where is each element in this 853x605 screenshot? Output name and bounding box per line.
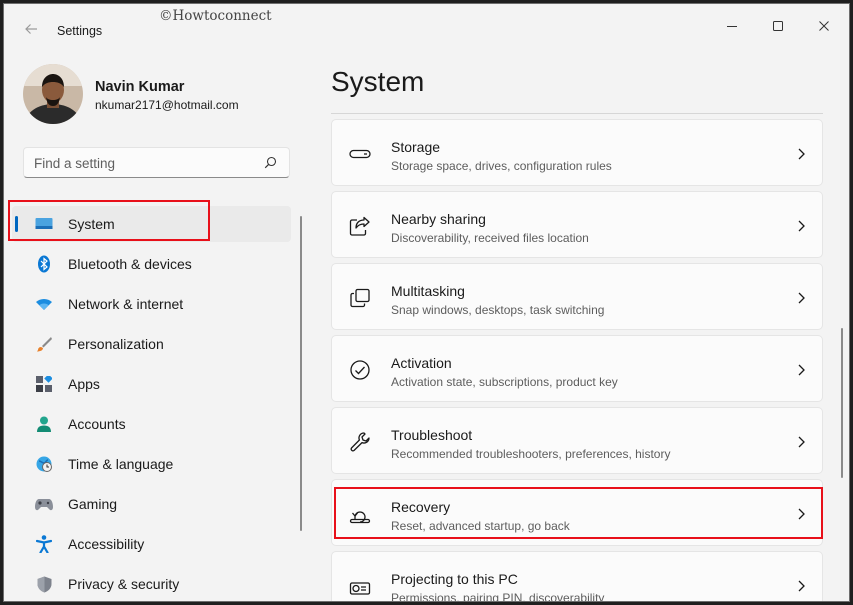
app-title: Settings	[57, 24, 103, 38]
sidebar-scrollbar[interactable]	[300, 216, 302, 531]
sidebar-item-label: Privacy & security	[68, 576, 180, 592]
user-photo-icon	[23, 64, 83, 124]
back-arrow-icon	[25, 24, 37, 34]
maximize-icon	[773, 21, 783, 31]
chevron-right-icon	[798, 148, 805, 160]
chevron-right-icon	[798, 436, 805, 448]
sidebar-item-label: Personalization	[68, 336, 164, 352]
highlight-box-recovery	[334, 487, 823, 539]
sidebar-item-gaming[interactable]: Gaming	[12, 486, 291, 522]
settings-card-troubleshoot[interactable]: Troubleshoot Recommended troubleshooters…	[331, 407, 823, 474]
shield-icon	[35, 575, 53, 593]
sidebar-item-label: Gaming	[68, 496, 118, 512]
maximize-button[interactable]	[755, 12, 801, 40]
chevron-right-icon	[798, 220, 805, 232]
sidebar-item-time-language[interactable]: Time & language	[12, 446, 291, 482]
search-input[interactable]	[34, 153, 254, 173]
page-title: System	[331, 66, 425, 97]
sidebar-item-privacy-security[interactable]: Privacy & security	[12, 566, 291, 601]
profile-name: Navin Kumar	[95, 79, 185, 95]
sidebar-item-label: Accounts	[68, 416, 126, 432]
sidebar-item-apps[interactable]: Apps	[12, 366, 291, 402]
bluetooth-icon	[35, 255, 53, 273]
settings-card-storage[interactable]: Storage Storage space, drives, configura…	[331, 119, 823, 186]
card-title: Projecting to this PC	[391, 571, 518, 587]
card-description: Storage space, drives, configuration rul…	[391, 159, 612, 173]
sidebar-item-accounts[interactable]: Accounts	[12, 406, 291, 442]
wifi-icon	[35, 295, 53, 313]
chevron-right-icon	[798, 580, 805, 592]
sidebar-item-label: Accessibility	[68, 536, 145, 552]
sidebar-item-label: Apps	[68, 376, 100, 392]
share-icon	[349, 215, 371, 237]
search-icon[interactable]	[264, 156, 277, 169]
wrench-icon	[349, 431, 371, 453]
multitasking-icon	[349, 287, 371, 309]
back-button[interactable]	[21, 20, 43, 38]
storage-icon	[349, 143, 371, 165]
content-divider	[331, 113, 823, 114]
minimize-button[interactable]	[709, 12, 755, 40]
sidebar-item-label: Time & language	[68, 456, 174, 472]
chevron-right-icon	[798, 292, 805, 304]
check-circle-icon	[349, 359, 371, 381]
settings-card-nearby-sharing[interactable]: Nearby sharing Discoverability, received…	[331, 191, 823, 258]
gamepad-icon	[35, 495, 53, 513]
sidebar-item-label: Network & internet	[68, 296, 184, 312]
card-description: Discoverability, received files location	[391, 231, 589, 245]
highlight-box-system	[8, 200, 210, 241]
chevron-right-icon	[798, 364, 805, 376]
card-description: Activation state, subscriptions, product…	[391, 375, 618, 389]
brush-icon	[35, 335, 53, 353]
card-title: Activation	[391, 355, 452, 371]
card-title: Multitasking	[391, 283, 465, 299]
card-description: Recommended troubleshooters, preferences…	[391, 447, 671, 461]
globe-clock-icon	[35, 455, 53, 473]
sidebar-item-personalization[interactable]: Personalization	[12, 326, 291, 362]
card-title: Storage	[391, 139, 441, 155]
card-title: Nearby sharing	[391, 211, 486, 227]
search-box[interactable]	[23, 147, 290, 178]
sidebar-item-network[interactable]: Network & internet	[12, 286, 291, 322]
close-button[interactable]	[801, 12, 847, 40]
sidebar-item-bluetooth[interactable]: Bluetooth & devices	[12, 246, 291, 282]
settings-window: ©Howtoconnect Settings Navin Kumar nkuma…	[3, 3, 850, 602]
avatar[interactable]	[23, 64, 83, 124]
settings-card-multitasking[interactable]: Multitasking Snap windows, desktops, tas…	[331, 263, 823, 330]
card-description: Snap windows, desktops, task switching	[391, 303, 605, 317]
title-bar: Settings	[4, 4, 849, 48]
sidebar-item-label: Bluetooth & devices	[68, 256, 192, 272]
projector-icon	[349, 575, 371, 597]
close-icon	[819, 21, 829, 31]
apps-icon	[35, 375, 53, 393]
settings-card-projecting[interactable]: Projecting to this PC Permissions, pairi…	[331, 551, 823, 602]
content-scrollbar[interactable]	[841, 328, 843, 478]
minimize-icon	[727, 26, 737, 27]
accessibility-icon	[35, 535, 53, 553]
sidebar-item-accessibility[interactable]: Accessibility	[12, 526, 291, 562]
settings-card-activation[interactable]: Activation Activation state, subscriptio…	[331, 335, 823, 402]
card-title: Troubleshoot	[391, 427, 473, 443]
card-description: Permissions, pairing PIN, discoverabilit…	[391, 591, 605, 602]
person-icon	[35, 415, 53, 433]
profile-email: nkumar2171@hotmail.com	[95, 98, 239, 112]
